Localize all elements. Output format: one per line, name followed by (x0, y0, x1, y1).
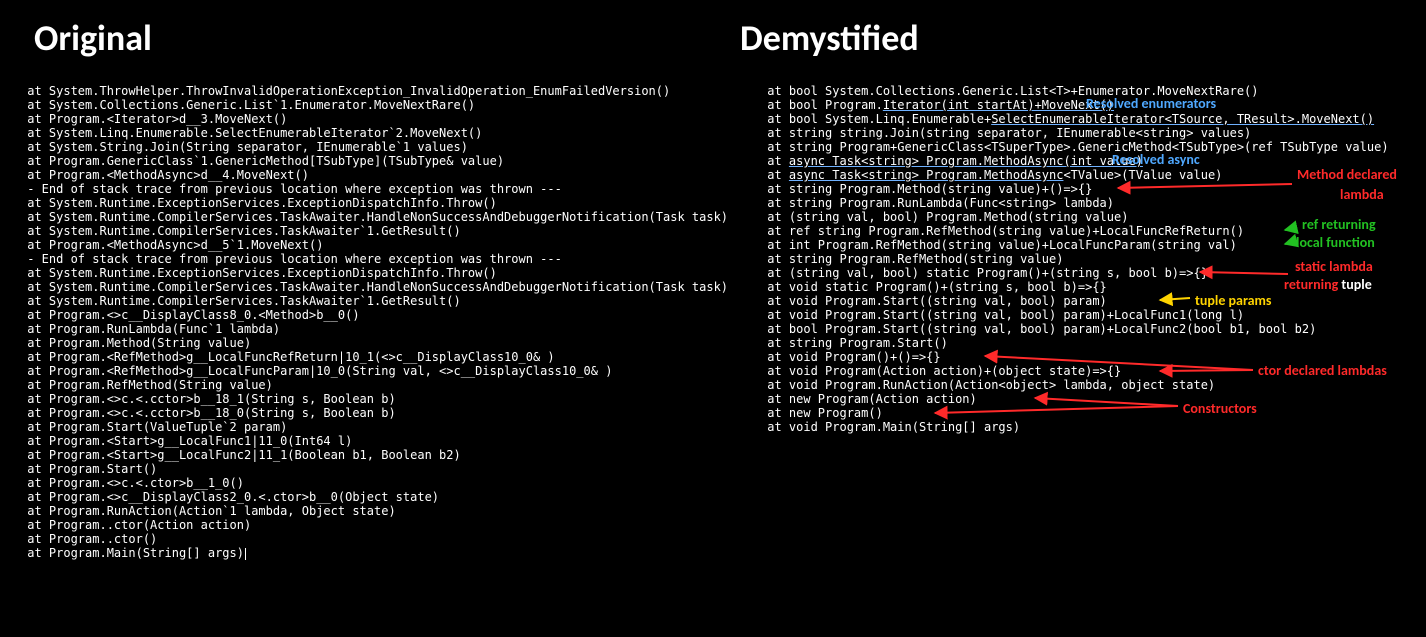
demystified-line: at new Program(Action action) (760, 392, 1426, 406)
original-line: at System.Runtime.CompilerServices.TaskA… (20, 280, 728, 294)
original-line: at Program.GenericClass`1.GenericMethod[… (20, 154, 728, 168)
original-line: at Program.<MethodAsync>d__4.MoveNext() (20, 168, 728, 182)
annotation-ref-returning: ref returning (1302, 216, 1376, 233)
demystified-line: at void Program.Start((string val, bool)… (760, 308, 1426, 322)
original-line: at System.ThrowHelper.ThrowInvalidOperat… (20, 84, 728, 98)
demystified-line: at new Program() (760, 406, 1426, 420)
original-line: at Program..ctor() (20, 532, 728, 546)
annotation-static-lambda: static lambda (1295, 258, 1373, 275)
original-line: at Program.<>c.<.cctor>b__18_1(String s,… (20, 392, 728, 406)
demystified-line: at void Program.RunAction(Action<object>… (760, 378, 1426, 392)
demystified-line: at void Program.Start((string val, bool)… (760, 294, 1426, 308)
original-line: at Program.RunAction(Action`1 lambda, Ob… (20, 504, 728, 518)
original-line: at Program..ctor(Action action) (20, 518, 728, 532)
original-line: at Program.<RefMethod>g__LocalFuncParam|… (20, 364, 728, 378)
demystified-line: at string Program.RunLambda(Func<string>… (760, 196, 1426, 210)
annotation-lambda: lambda (1340, 186, 1384, 203)
demystified-line: at bool Program.Start((string val, bool)… (760, 322, 1426, 336)
original-line: at Program.<MethodAsync>d__5`1.MoveNext(… (20, 238, 728, 252)
original-line: at System.String.Join(String separator, … (20, 140, 728, 154)
annotation-returning-tuple: returning tuple (1284, 276, 1372, 293)
annotation-constructors: Constructors (1183, 400, 1257, 417)
demystified-line: at bool System.Linq.Enumerable+SelectEnu… (760, 112, 1426, 126)
demystified-line: at void Program.Main(String[] args) (760, 420, 1426, 434)
heading-original: Original (34, 16, 152, 60)
annotation-resolved-enumerators: Resolved enumerators (1086, 95, 1216, 112)
original-line: at System.Collections.Generic.List`1.Enu… (20, 98, 728, 112)
annotation-method-declared: Method declared (1297, 166, 1397, 183)
original-stack-trace: at System.ThrowHelper.ThrowInvalidOperat… (20, 84, 728, 560)
original-line: at System.Runtime.CompilerServices.TaskA… (20, 224, 728, 238)
original-line: at Program.Start() (20, 462, 728, 476)
annotation-tuple-params: tuple params (1195, 292, 1272, 309)
original-line: at Program.<>c.<.ctor>b__1_0() (20, 476, 728, 490)
original-line: at Program.<Start>g__LocalFunc1|11_0(Int… (20, 434, 728, 448)
demystified-line: at string Program.Method(string value)+(… (760, 182, 1426, 196)
demystified-line: at string Program+GenericClass<TSuperTyp… (760, 140, 1426, 154)
original-line: at Program.RefMethod(String value) (20, 378, 728, 392)
original-line: at Program.RunLambda(Func`1 lambda) (20, 322, 728, 336)
original-line: at System.Linq.Enumerable.SelectEnumerab… (20, 126, 728, 140)
original-line: at System.Runtime.ExceptionServices.Exce… (20, 196, 728, 210)
demystified-line: at string string.Join(string separator, … (760, 126, 1426, 140)
original-line: at Program.Main(String[] args) (20, 546, 728, 560)
original-line: at Program.<RefMethod>g__LocalFuncRefRet… (20, 350, 728, 364)
annotation-local-function: local function (1296, 234, 1375, 251)
original-line: at Program.<Iterator>d__3.MoveNext() (20, 112, 728, 126)
heading-demystified: Demystified (740, 16, 919, 60)
original-line: at Program.<>c__DisplayClass8_0.<Method>… (20, 308, 728, 322)
original-line: at Program.Start(ValueTuple`2 param) (20, 420, 728, 434)
annotation-resolved-async: Resolved async (1112, 151, 1200, 168)
original-line: at Program.<Start>g__LocalFunc2|11_1(Boo… (20, 448, 728, 462)
demystified-line: at string Program.Start() (760, 336, 1426, 350)
original-line: - End of stack trace from previous locat… (20, 252, 728, 266)
original-line: at Program.Method(String value) (20, 336, 728, 350)
original-line: at Program.<>c.<.cctor>b__18_0(String s,… (20, 406, 728, 420)
annotation-ctor-declared-lambdas: ctor declared lambdas (1258, 362, 1387, 379)
original-line: at Program.<>c__DisplayClass2_0.<.ctor>b… (20, 490, 728, 504)
original-line: at System.Runtime.ExceptionServices.Exce… (20, 266, 728, 280)
original-line: at System.Runtime.CompilerServices.TaskA… (20, 210, 728, 224)
original-line: - End of stack trace from previous locat… (20, 182, 728, 196)
original-line: at System.Runtime.CompilerServices.TaskA… (20, 294, 728, 308)
